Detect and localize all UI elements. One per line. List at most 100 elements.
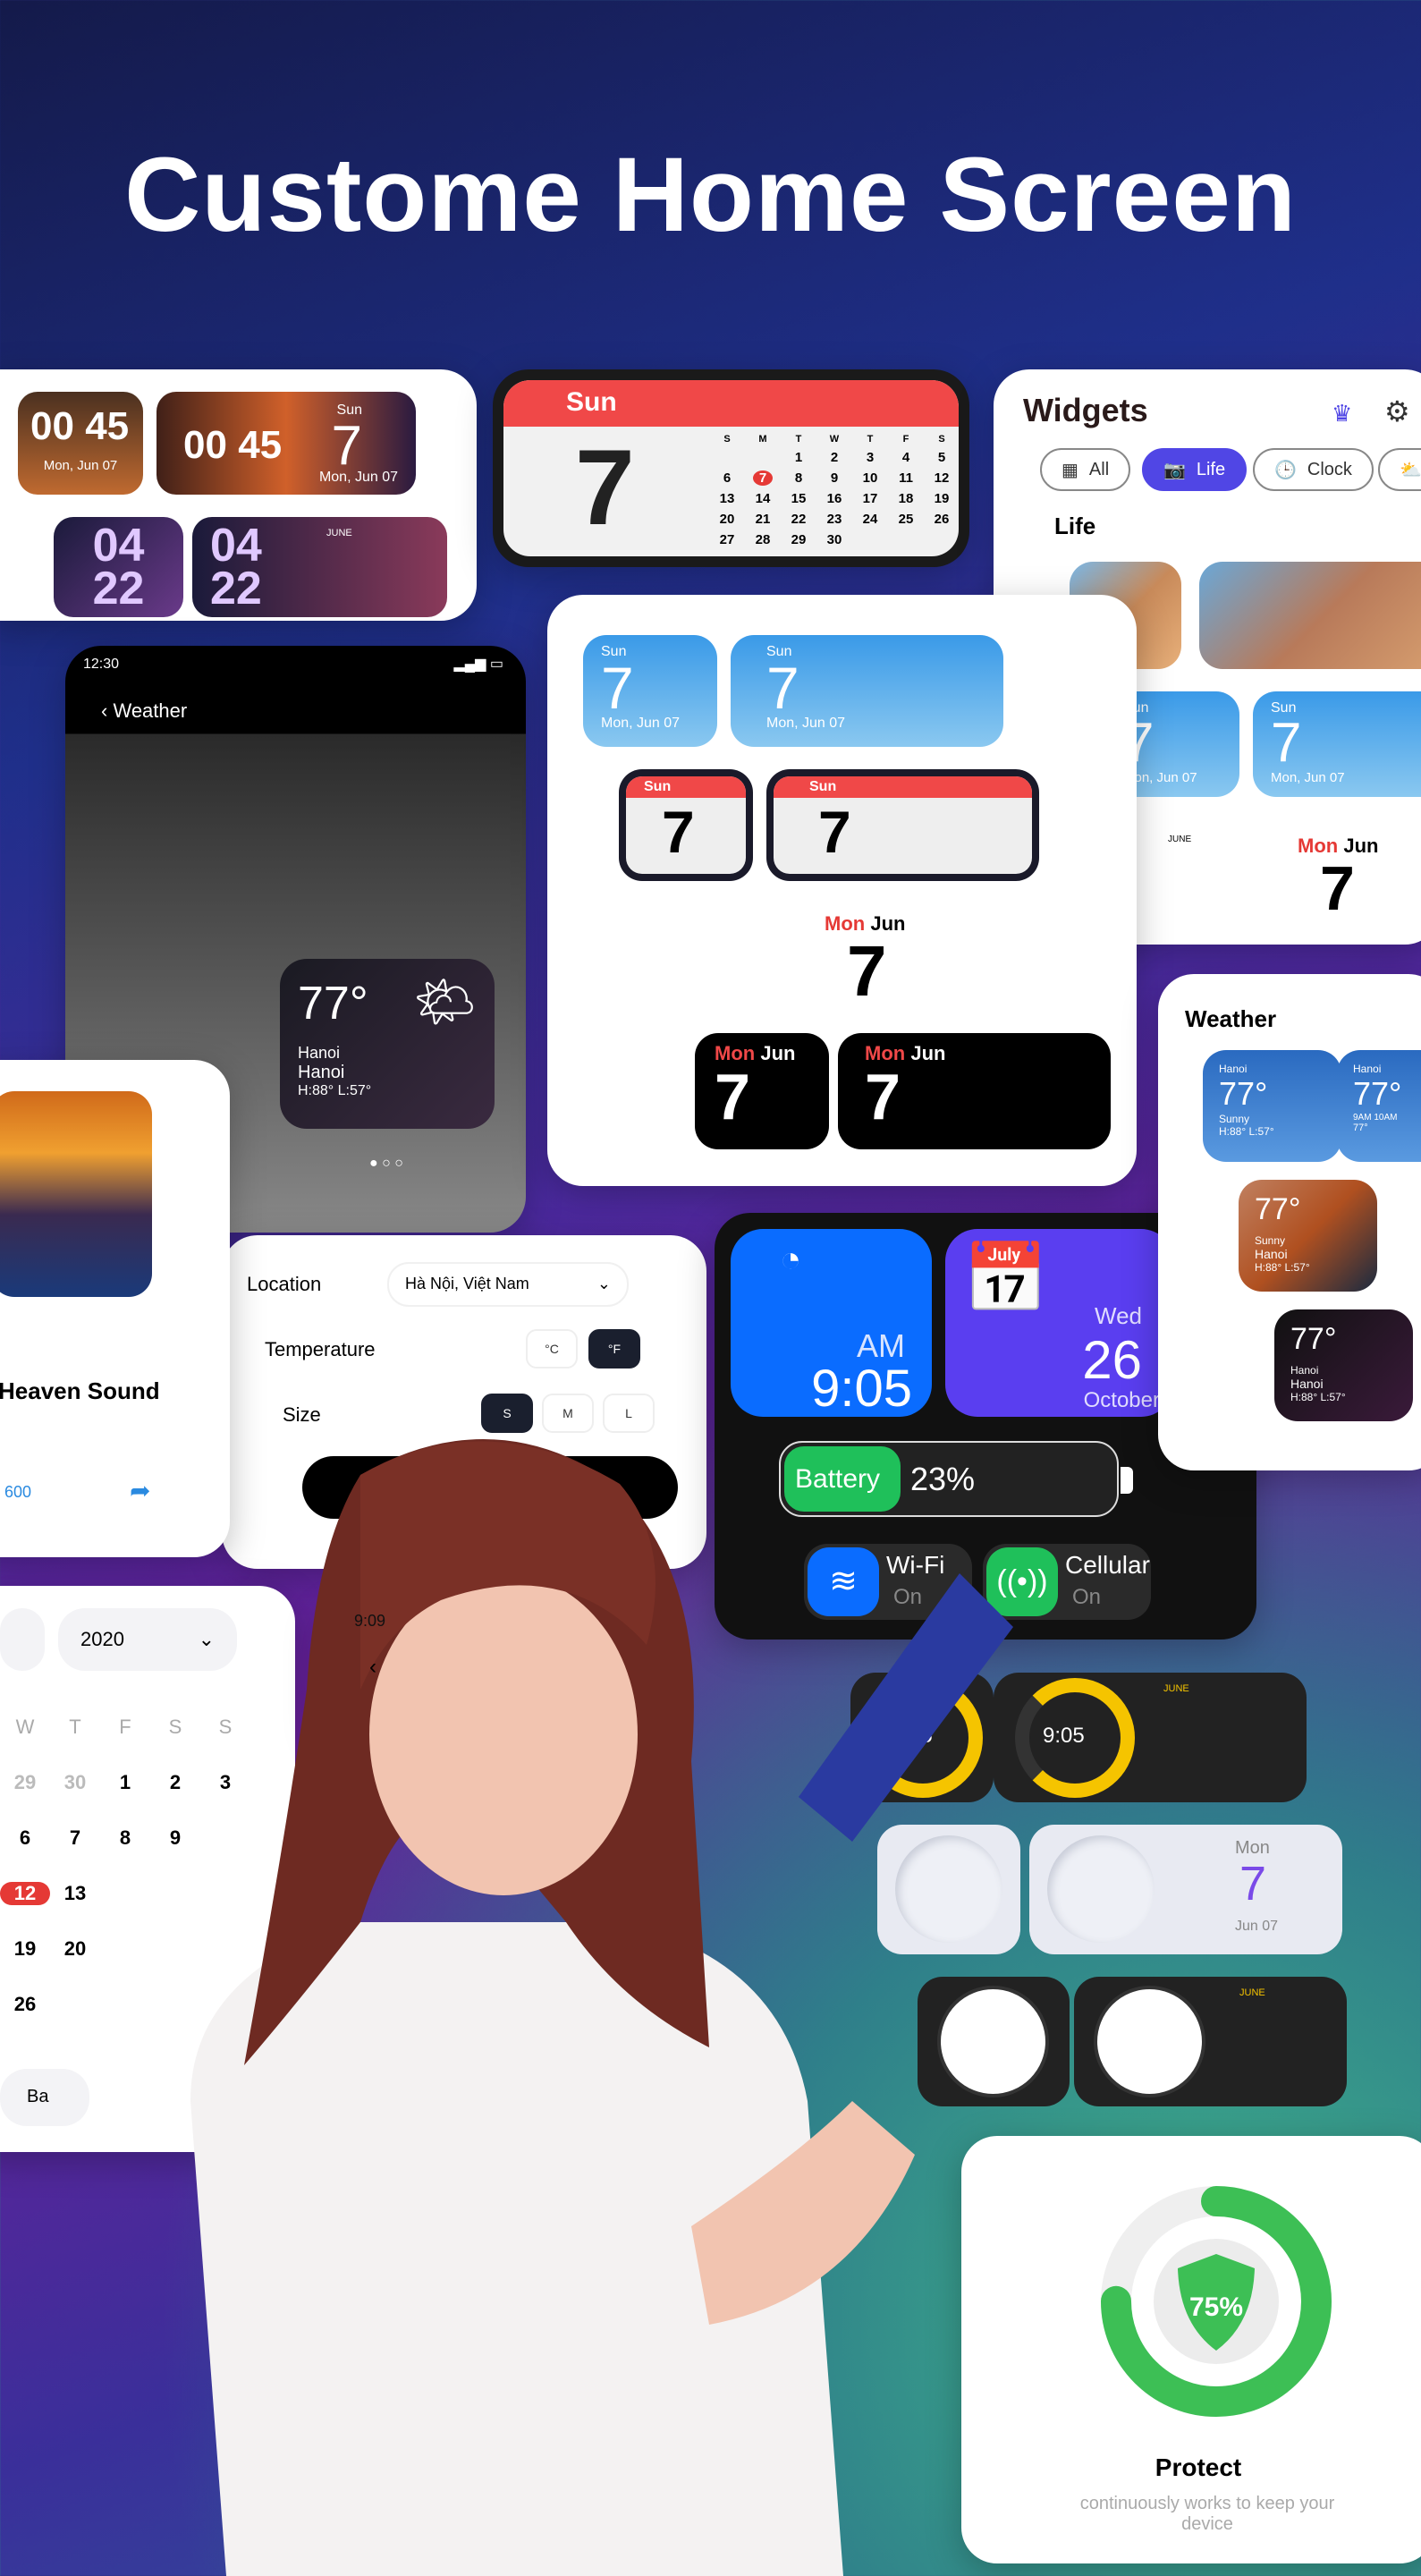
protect-description: continuously works to keep your device [1079,2494,1335,2534]
city: Hanoi [1219,1063,1248,1075]
black-calendar-widget[interactable]: Mon Jun 7 [838,1033,1111,1149]
weather-widget-desert[interactable]: 77° Sunny Hanoi H:88° L:57° [1239,1180,1377,1292]
day-cell: 1 [794,450,803,465]
chip-label: Life [1196,459,1226,479]
location-value: Hà Nội, Việt Nam [405,1275,529,1292]
weekday: W [15,1716,35,1738]
day-cell[interactable]: 29 [0,1771,50,1794]
high-low: H:88° L:57° [298,1083,372,1098]
day-cell: 26 [934,512,950,527]
black-date-widget[interactable]: Mon Jun 7 [695,1033,829,1149]
hour-temperature: 77° [1353,1123,1368,1133]
blue-date-widget[interactable]: Sun7Mon, Jun 07 [583,635,717,747]
day-cell: 18 [898,491,914,506]
date-number: 7 [847,931,887,1011]
flip-clock-card[interactable]: 00 45 Mon, Jun 07 00 45 Sun 7 Mon, Jun 0… [0,369,477,621]
day-label: Sun [626,776,746,798]
city: Hanoi [1353,1063,1382,1075]
month-label: JUNE [1163,1683,1189,1694]
temperature-label: Temperature [265,1338,376,1360]
gradient-date-widget[interactable]: 04 22 [54,517,183,617]
big-date: 7 [575,428,635,547]
red-calendar-widget[interactable]: Sun 7 [766,769,1039,881]
high-low: H:88° L:57° [1255,1261,1310,1274]
blue-calendar-widget[interactable]: Sun 7 Mon, Jun 07 [731,635,1003,747]
date-line: Mon, Jun 07 [766,716,846,731]
big-calendar-widget[interactable]: Sun 7 S M T W T F S 1 2 3 4 5 6 7 8 9 10 11 12 13 14 15 16 17 18… [493,369,969,567]
gradient-date-calendar-widget[interactable]: 04 22 JUNE [192,517,447,617]
day-number: 26 [1082,1330,1142,1390]
day-cell: 11 [899,470,913,486]
date-widget[interactable]: 📅 Wed 26 October [945,1229,1173,1417]
date-line: Jun 07 [1235,1919,1279,1934]
day-cell[interactable]: 6 [0,1826,50,1850]
chip-all[interactable]: ▦ All [1040,448,1131,491]
location-select[interactable]: Hà Nội, Việt Nam ⌄ [387,1262,629,1307]
red-date-widget[interactable]: Sun 7 [619,769,753,881]
fahrenheit-toggle[interactable]: °F [588,1329,640,1368]
blue-date-wide-widget[interactable]: Sun 7 Mon, Jun 07 [1253,691,1421,797]
date-number: 7 [601,655,634,721]
ring-clock-calendar-widget[interactable]: 9:05 JUNE [994,1673,1307,1802]
weather-widget-dark[interactable]: 77° Hanoi Hanoi H:88° L:57° [1274,1309,1413,1421]
status-icons: ▂▄▆ ▭ [453,657,503,672]
day-cell[interactable]: 19 [0,1937,50,1961]
weekday: F [902,434,909,445]
day-cell: 24 [862,512,878,527]
song-title: Heaven Sound [0,1377,160,1404]
weather-widget-hourly[interactable]: Hanoi 77° 9AM 10AM 77° [1337,1050,1421,1162]
high-low: H:88° L:57° [1219,1125,1274,1138]
phone [799,1573,1013,1842]
day-cell[interactable]: 26 [0,1993,50,2016]
flip-clock-widget[interactable]: 00 45 Mon, Jun 07 [18,392,143,495]
temperature: 77° [1255,1192,1301,1226]
chip-life[interactable]: 📷 Life [1142,448,1248,491]
location-label: Location [247,1273,322,1295]
temperature: 77° [1290,1322,1337,1356]
hour-label: 9AM [1353,1113,1372,1123]
gear-icon[interactable]: ⚙ [1384,394,1410,428]
date-number: 7 [715,1062,751,1133]
crown-icon[interactable]: ♛ [1332,400,1352,428]
back-button[interactable]: ‹ Weather [101,699,187,723]
day-cell: 17 [862,491,878,506]
protect-card: 75% Protect continuously works to keep y… [961,2136,1421,2563]
day-cell: 8 [794,470,803,486]
photo-widget-wide[interactable] [1199,562,1421,669]
day-cell[interactable]: 12 [0,1882,50,1905]
analog-clock-calendar-dark[interactable]: JUNE [1074,1977,1347,2106]
day-label: Sun [503,380,959,427]
weekday: W [829,434,840,445]
day-cell: 12 [934,470,950,486]
day-cell: 25 [898,512,914,527]
month-label: Jun [910,1042,946,1064]
weather-icon: ⛅ [1400,460,1421,480]
day-cell: 2 [830,450,839,465]
chip-clock[interactable]: 🕒 Clock [1253,448,1374,491]
city: Hanoi [298,1063,345,1082]
day-cell: 10 [862,470,878,486]
minute: 45 [238,423,283,467]
chip-label: All [1088,459,1110,479]
clock-widget[interactable]: ◔ AM 9:05 [731,1229,932,1418]
clock-face [1047,1835,1155,1943]
high-low: H:88° L:57° [1290,1391,1346,1403]
analog-clock-light-date[interactable]: Mon 7 Jun 07 [1029,1825,1342,1954]
weather-widget-blue[interactable]: Hanoi 77° Sunny H:88° L:57° [1203,1050,1341,1162]
city: Hanoi [1290,1377,1324,1391]
sun-cloud-icon: 🌤 [412,973,477,1030]
condition: Sunny [1219,1113,1250,1125]
battery-tip [1121,1467,1133,1494]
flip-clock-wide-widget[interactable]: 00 45 Sun 7 Mon, Jun 07 [156,392,416,495]
chip-weather[interactable]: ⛅ [1378,448,1421,491]
hour: 00 [30,404,74,448]
date-number: 7 [1123,712,1155,774]
celsius-toggle[interactable]: °C [526,1329,578,1368]
page-dots[interactable]: ● ○ ○ [369,1156,432,1171]
date-line: Mon, Jun 07 [601,716,681,731]
day-cell: 22 [791,512,807,527]
weekday: M [758,434,767,445]
day-cell: 4 [901,450,910,465]
chevron-left-icon[interactable]: ‹ [369,1655,376,1680]
month-select[interactable] [0,1608,45,1671]
